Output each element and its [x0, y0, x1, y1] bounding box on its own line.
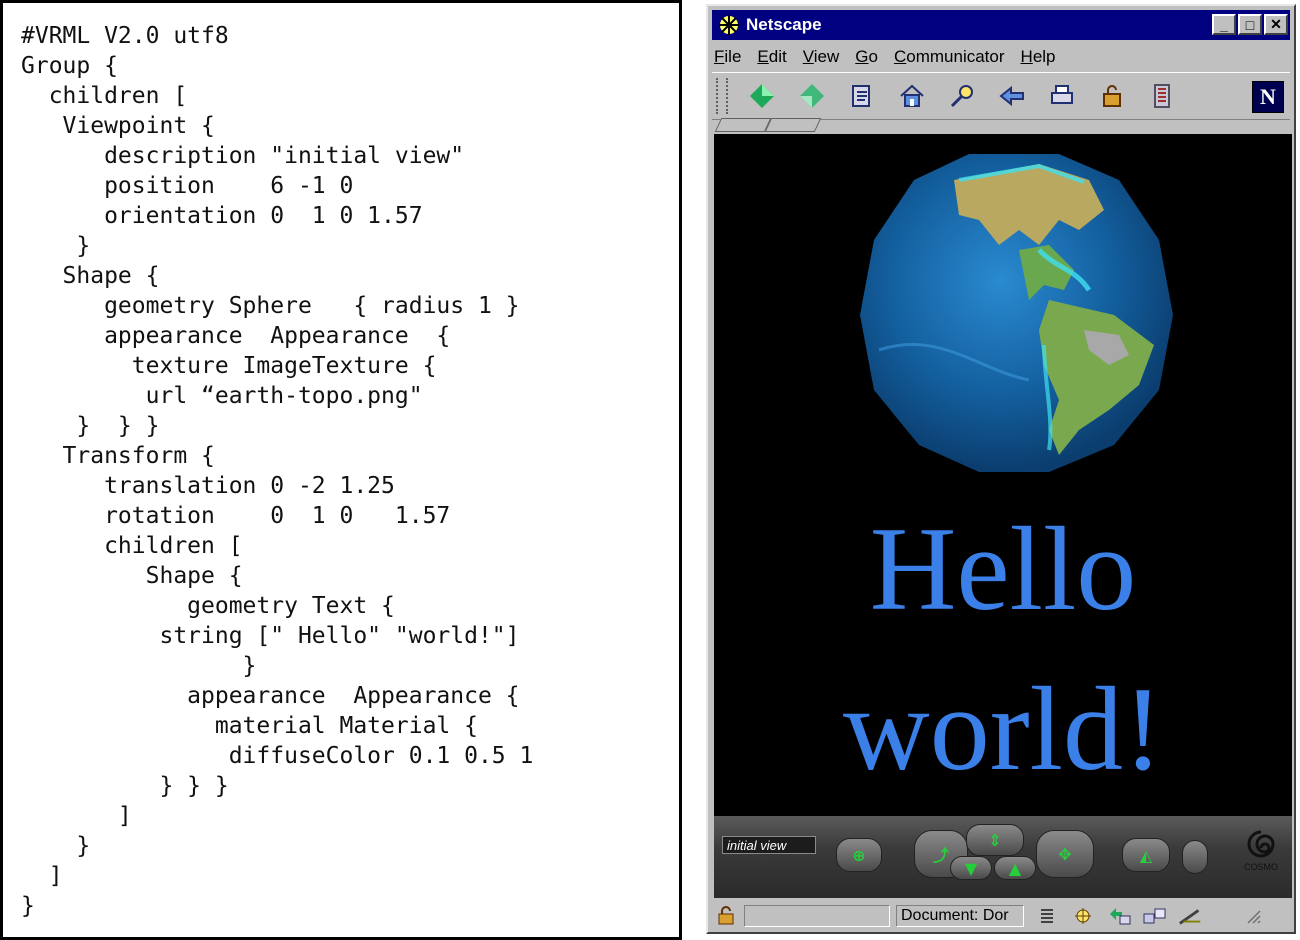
- code-line: }: [21, 833, 91, 859]
- straighten-button[interactable]: [1182, 840, 1208, 874]
- code-line: } } }: [21, 773, 229, 799]
- guide-icon[interactable]: [998, 82, 1026, 110]
- close-icon: ✕: [1270, 16, 1282, 32]
- code-line: translation 0 -2 1.25: [21, 473, 395, 499]
- composer-icon[interactable]: [1178, 905, 1204, 927]
- stop-icon[interactable]: [1148, 82, 1176, 110]
- tilt-button[interactable]: ◭: [1122, 838, 1170, 872]
- seek-button[interactable]: ⊕: [836, 838, 882, 872]
- scene-text-hello: Hello: [869, 502, 1137, 635]
- resize-grip-icon[interactable]: [1240, 905, 1266, 927]
- maximize-button[interactable]: □: [1238, 14, 1262, 35]
- vrml-viewport[interactable]: Hello world!: [714, 134, 1292, 816]
- menu-communicator[interactable]: Communicator: [894, 47, 1005, 67]
- code-line: orientation 0 1 0 1.57: [21, 203, 423, 229]
- vrml-code: #VRML V2.0 utf8 Group { children [ Viewpo…: [21, 21, 533, 921]
- code-line: diffuseColor 0.1 0.5 1: [21, 743, 534, 769]
- menu-help[interactable]: Help: [1021, 47, 1056, 67]
- viewpoint-selector[interactable]: initial view: [722, 836, 816, 854]
- toolbar-tab-2[interactable]: [764, 118, 822, 132]
- code-line: texture ImageTexture {: [21, 353, 437, 379]
- code-line: description "initial view": [21, 143, 465, 169]
- code-line: children [: [21, 533, 243, 559]
- back-arrow-icon[interactable]: [748, 82, 776, 110]
- code-line: children [: [21, 83, 188, 109]
- toolbar-tabs: [714, 118, 834, 132]
- slide-up-button[interactable]: ▲: [994, 856, 1036, 880]
- list-icon[interactable]: [1034, 905, 1060, 927]
- code-line: geometry Text {: [21, 593, 395, 619]
- menu-view[interactable]: View: [803, 47, 840, 67]
- code-line: ]: [21, 863, 63, 889]
- code-line: Viewpoint {: [21, 113, 215, 139]
- code-listing-panel: #VRML V2.0 utf8 Group { children [ Viewpo…: [0, 0, 682, 940]
- search-icon[interactable]: [948, 82, 976, 110]
- netscape-window: Netscape _ □ ✕ File Edit View Go Communi…: [706, 4, 1296, 934]
- walk-icon: ⤴: [932, 846, 949, 865]
- toolbar-tab-1[interactable]: [714, 118, 772, 132]
- code-line: appearance Appearance {: [21, 683, 520, 709]
- move-icon: ✥: [1058, 844, 1072, 864]
- target-icon: ⊕: [852, 845, 866, 865]
- netscape-logo: N: [1252, 81, 1284, 113]
- pan-button[interactable]: ✥: [1036, 830, 1094, 878]
- code-line: position 6 -1 0: [21, 173, 354, 199]
- code-line: rotation 0 1 0 1.57: [21, 503, 451, 529]
- code-line: }: [21, 653, 257, 679]
- discussions-icon[interactable]: [1142, 905, 1168, 927]
- toolbar-grip[interactable]: [716, 78, 728, 114]
- menu-file[interactable]: File: [714, 47, 741, 67]
- print-icon[interactable]: [1048, 82, 1076, 110]
- menu-go[interactable]: Go: [855, 47, 878, 67]
- window-title: Netscape: [746, 15, 822, 34]
- code-line: #VRML V2.0 utf8: [21, 23, 229, 49]
- code-line: appearance Appearance {: [21, 323, 451, 349]
- status-text: Document: Dor: [901, 907, 1009, 924]
- close-button[interactable]: ✕: [1264, 14, 1288, 35]
- earth-globe: [860, 154, 1173, 472]
- security-lock-icon[interactable]: [1098, 82, 1126, 110]
- tilt-icon: ◭: [1139, 845, 1153, 865]
- reload-icon[interactable]: [848, 82, 876, 110]
- security-status-icon[interactable]: [714, 905, 740, 927]
- down-arrow-icon: ▼: [964, 858, 978, 878]
- code-line: material Material {: [21, 713, 478, 739]
- code-line: ]: [21, 803, 132, 829]
- status-bar: Document: Dor: [712, 902, 1290, 930]
- netscape-app-icon: [718, 14, 740, 36]
- menu-bar: File Edit View Go Communicator Help: [714, 44, 1072, 70]
- title-bar[interactable]: Netscape _ □ ✕: [712, 10, 1290, 40]
- maximize-icon: □: [1245, 16, 1255, 33]
- mailbox-icon[interactable]: [1106, 905, 1132, 927]
- code-line: Shape {: [21, 563, 243, 589]
- minimize-icon: _: [1220, 16, 1228, 33]
- scene-text-world: world!: [843, 662, 1163, 795]
- slide-down-button[interactable]: ▼: [950, 856, 992, 880]
- home-icon[interactable]: [898, 82, 926, 110]
- cosmo-player-dashboard: initial view ⊕ ⤴ ⇕ ▼ ▲ ✥ ◭ COSMO: [714, 816, 1292, 898]
- zoom-icon: ⇕: [988, 830, 1002, 850]
- code-line: geometry Sphere { radius 1 }: [21, 293, 520, 319]
- minimize-button[interactable]: _: [1212, 14, 1236, 35]
- up-arrow-icon: ▲: [1008, 858, 1022, 878]
- code-line: Shape {: [21, 263, 160, 289]
- code-line: }: [21, 893, 35, 919]
- code-line: url “earth-topo.png": [21, 383, 423, 409]
- cosmo-brand-label: COSMO: [1243, 862, 1278, 872]
- menu-edit[interactable]: Edit: [757, 47, 786, 67]
- code-line: }: [21, 233, 91, 259]
- zoom-button[interactable]: ⇕: [966, 824, 1024, 856]
- code-line: } } }: [21, 413, 160, 439]
- component-navigator-icon[interactable]: [1070, 905, 1096, 927]
- forward-arrow-icon[interactable]: [798, 82, 826, 110]
- code-line: Group {: [21, 53, 118, 79]
- code-line: string [" Hello" "world!"]: [21, 623, 520, 649]
- code-line: Transform {: [21, 443, 215, 469]
- cosmo-logo: COSMO: [1240, 828, 1282, 876]
- status-message-field: Document: Dor: [896, 905, 1024, 927]
- cosmo-swirl-icon: [1247, 830, 1275, 858]
- navigation-toolbar: N: [712, 72, 1290, 120]
- progress-field: [744, 905, 890, 927]
